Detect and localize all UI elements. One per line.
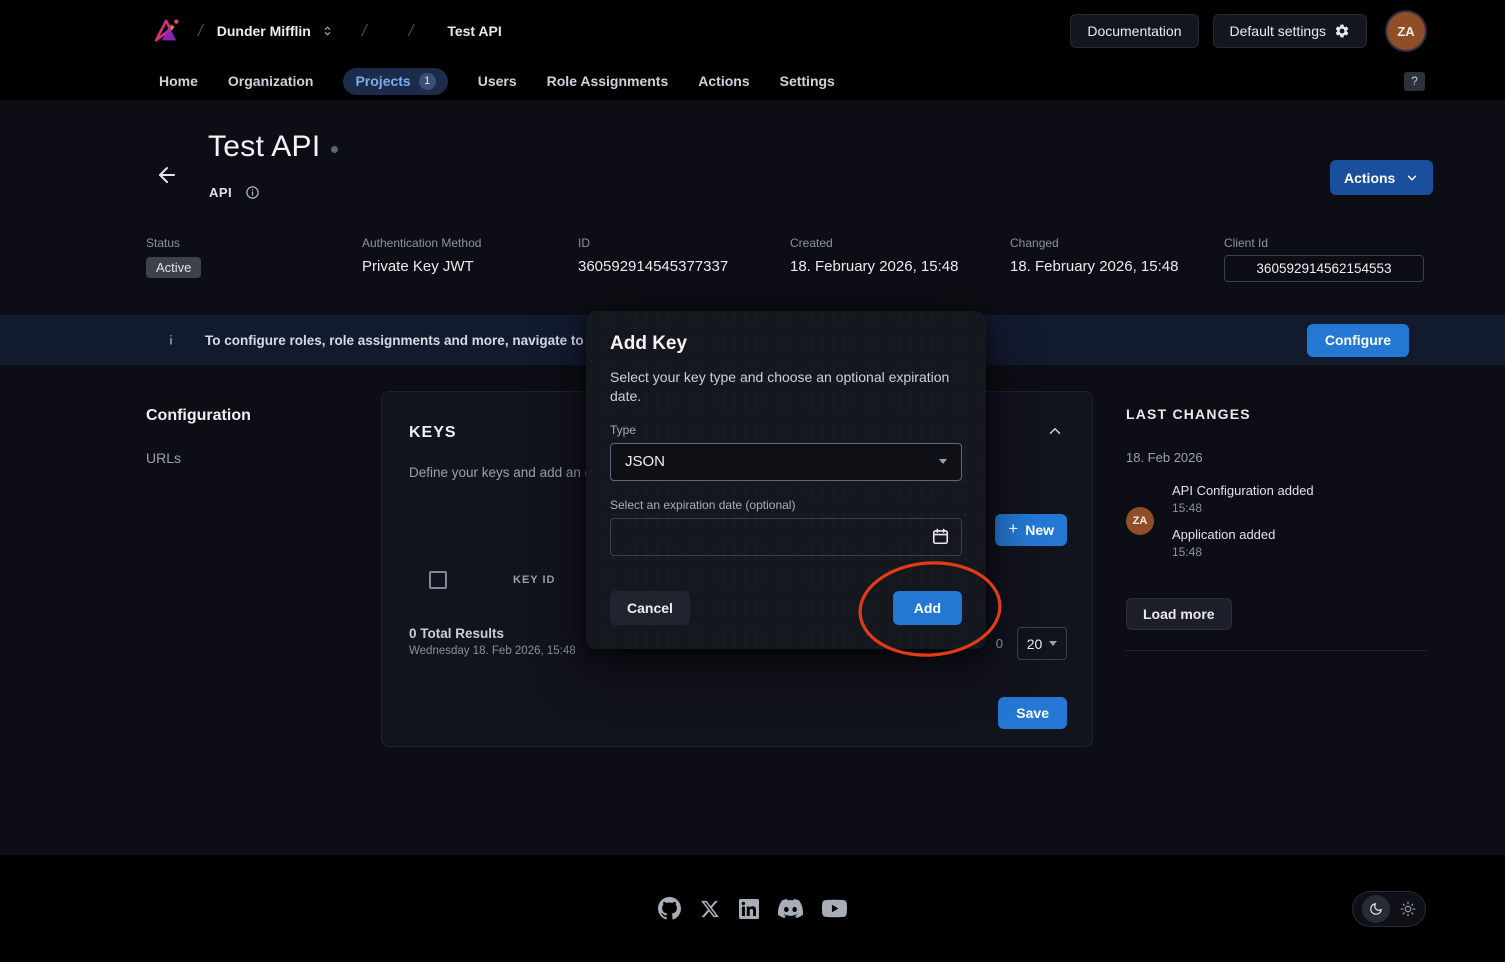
page-range: 0	[996, 636, 1003, 651]
page-size-select[interactable]: 20	[1017, 627, 1067, 660]
footer	[0, 855, 1505, 962]
paginator: 0 20	[996, 627, 1067, 660]
sidebar-item-urls[interactable]: URLs	[146, 450, 251, 466]
change-group: ZA API Configuration added 15:48 Applica…	[1126, 483, 1426, 559]
calendar-icon[interactable]	[931, 527, 950, 546]
documentation-button[interactable]: Documentation	[1070, 14, 1198, 48]
page-subtitle-row: API	[209, 185, 260, 200]
discord-icon[interactable]	[778, 896, 803, 921]
status-dot	[331, 146, 338, 153]
metadata-row: Status Active Authentication Method Priv…	[146, 236, 1426, 282]
tab-projects[interactable]: Projects 1	[343, 68, 447, 95]
chevron-down-icon	[1405, 171, 1419, 185]
last-changes-title: LAST CHANGES	[1126, 406, 1426, 422]
type-field-label: Type	[610, 423, 962, 437]
breadcrumb-slash: /	[198, 21, 203, 41]
chevron-up-icon[interactable]	[1046, 422, 1064, 440]
last-changes-date: 18. Feb 2026	[1126, 450, 1426, 465]
tab-home[interactable]: Home	[159, 73, 198, 89]
configure-button[interactable]: Configure	[1307, 324, 1409, 357]
meta-id: ID 360592914545377337	[578, 236, 790, 282]
org-name: Dunder Mifflin	[217, 23, 311, 39]
keys-description: Define your keys and add an o	[409, 465, 592, 480]
app-type-label: API	[209, 185, 232, 200]
meta-auth-method: Authentication Method Private Key JWT	[362, 236, 578, 282]
change-entry: Application added 15:48	[1172, 527, 1314, 559]
banner-text: To configure roles, role assignments and…	[205, 333, 633, 348]
linkedin-icon[interactable]	[739, 899, 759, 919]
select-all-checkbox[interactable]	[429, 571, 447, 589]
theme-toggle	[1352, 891, 1426, 927]
header-breadcrumb-row: / Dunder Mifflin / / Test API Documentat…	[0, 0, 1505, 62]
breadcrumb-project[interactable]: Test API	[447, 23, 501, 39]
results-summary: 0 Total Results Wednesday 18. Feb 2026, …	[409, 626, 576, 657]
actions-button[interactable]: Actions	[1330, 160, 1433, 195]
change-avatar: ZA	[1126, 507, 1154, 535]
configuration-sidebar: Configuration URLs	[146, 407, 251, 466]
total-results: 0 Total Results	[409, 626, 576, 641]
tab-organization[interactable]: Organization	[228, 73, 314, 89]
meta-changed: Changed 18. February 2026, 15:48	[1010, 236, 1224, 282]
meta-status: Status Active	[146, 236, 362, 282]
tab-settings[interactable]: Settings	[780, 73, 835, 89]
banner-info-icon	[163, 332, 179, 348]
keys-table-header: KEY ID	[429, 571, 555, 589]
help-button[interactable]: ?	[1404, 72, 1425, 91]
top-header: / Dunder Mifflin / / Test API Documentat…	[0, 0, 1505, 100]
caret-down-icon	[939, 459, 947, 464]
page-title-row: Test API	[208, 130, 338, 164]
back-button[interactable]	[155, 160, 185, 190]
tab-users[interactable]: Users	[478, 73, 517, 89]
main-content: Test API API Actions Status Active Authe…	[0, 100, 1505, 855]
key-type-select[interactable]: JSON	[610, 443, 962, 481]
last-changes-panel: LAST CHANGES 18. Feb 2026 ZA API Configu…	[1126, 406, 1426, 559]
projects-count-badge: 1	[419, 73, 436, 90]
youtube-icon[interactable]	[822, 896, 847, 921]
social-links	[658, 896, 847, 921]
app-logo[interactable]	[150, 14, 184, 48]
header-nav-row: Home Organization Projects 1 Users Role …	[0, 62, 1505, 100]
results-timestamp: Wednesday 18. Feb 2026, 15:48	[409, 645, 576, 657]
divider	[1126, 650, 1426, 651]
unfold-more-icon	[321, 22, 334, 40]
org-switcher[interactable]: Dunder Mifflin	[217, 22, 334, 40]
tab-actions[interactable]: Actions	[698, 73, 749, 89]
new-key-button[interactable]: + New	[995, 514, 1067, 546]
breadcrumb-slash: /	[362, 21, 367, 41]
keys-title: KEYS	[409, 424, 457, 442]
dialog-description: Select your key type and choose an optio…	[610, 368, 954, 406]
status-badge: Active	[146, 257, 201, 278]
app-screen: / Dunder Mifflin / / Test API Documentat…	[0, 0, 1505, 962]
meta-created: Created 18. February 2026, 15:48	[790, 236, 1010, 282]
light-mode-button[interactable]	[1400, 901, 1416, 917]
x-twitter-icon[interactable]	[700, 899, 720, 919]
change-entry: API Configuration added 15:48	[1172, 483, 1314, 515]
column-key-id: KEY ID	[513, 574, 555, 586]
breadcrumb-slash: /	[409, 21, 414, 41]
gear-icon	[1334, 23, 1350, 39]
tab-role-assignments[interactable]: Role Assignments	[547, 73, 669, 89]
add-key-dialog: Add Key Select your key type and choose …	[586, 311, 986, 649]
info-icon[interactable]	[245, 185, 260, 200]
meta-client-id: Client Id 360592914562154553	[1224, 236, 1426, 282]
page-title: Test API	[208, 130, 320, 164]
caret-down-icon	[1049, 641, 1057, 646]
default-settings-button[interactable]: Default settings	[1213, 14, 1368, 48]
user-avatar[interactable]: ZA	[1387, 12, 1425, 50]
github-icon[interactable]	[658, 897, 681, 920]
save-button[interactable]: Save	[998, 697, 1067, 729]
plus-icon: +	[1008, 519, 1018, 539]
dialog-title: Add Key	[610, 333, 962, 355]
add-button[interactable]: Add	[893, 591, 962, 625]
dialog-actions: Cancel Add	[610, 591, 962, 625]
configuration-title: Configuration	[146, 407, 251, 425]
dark-mode-button[interactable]	[1362, 895, 1390, 923]
expiration-field-label: Select an expiration date (optional)	[610, 498, 962, 512]
cancel-button[interactable]: Cancel	[610, 591, 690, 625]
load-more-button[interactable]: Load more	[1126, 598, 1232, 630]
expiration-date-input[interactable]	[610, 518, 962, 556]
client-id-value[interactable]: 360592914562154553	[1224, 255, 1424, 282]
